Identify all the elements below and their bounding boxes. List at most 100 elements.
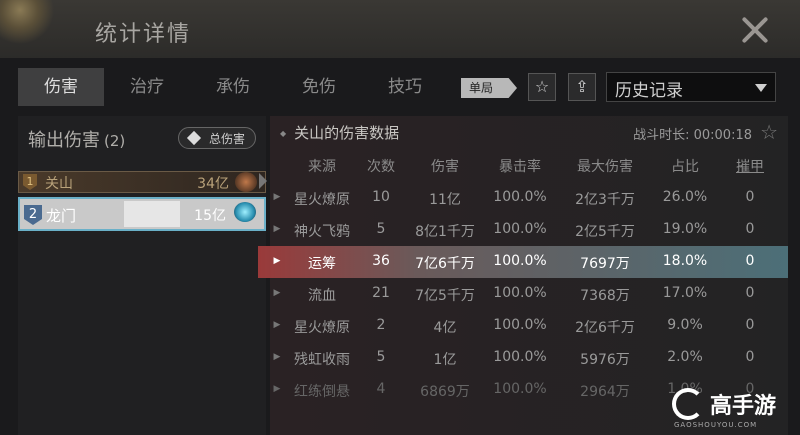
cell-count: 36 — [372, 253, 390, 269]
history-label: 历史记录 — [615, 81, 683, 101]
cell-damage: 8亿1千万 — [415, 224, 475, 240]
cell-armor: 0 — [745, 253, 755, 269]
cell-max: 2亿6千万 — [575, 320, 635, 336]
selection-arrow-icon — [259, 173, 267, 189]
cell-count: 5 — [376, 349, 386, 365]
tab-damage-taken[interactable]: 承伤 — [190, 68, 276, 106]
col-damage: 伤害 — [431, 159, 459, 175]
cell-crit: 100.0% — [493, 349, 547, 365]
watermark-domain: GAOSHOUYOU.COM — [674, 421, 758, 429]
cell-crit: 100.0% — [493, 189, 547, 205]
cell-source: 星火燎原 — [294, 320, 350, 336]
window-title: 统计详情 — [95, 22, 192, 47]
cell-armor: 0 — [745, 317, 755, 333]
cell-share: 17.0% — [662, 285, 708, 301]
panel-title: 输出伤害 (2) — [28, 126, 125, 152]
cell-max: 2亿3千万 — [575, 192, 635, 208]
cell-count: 4 — [376, 381, 386, 397]
watermark: 高手游 GAOSHOUYOU.COM — [672, 386, 790, 430]
player-row[interactable]: 1 关山 34亿 — [18, 171, 266, 193]
col-armor-break: 摧甲 — [736, 159, 764, 175]
sect-icon — [235, 172, 257, 192]
player-row-selected[interactable]: 2 龙门 15亿 — [18, 197, 266, 231]
player-list-panel: 输出伤害 (2) 总伤害 1 关山 34亿 2 龙门 15亿 — [18, 116, 266, 435]
cell-damage: 1亿 — [433, 352, 457, 368]
cell-max: 7368万 — [580, 288, 630, 304]
col-crit: 暴击率 — [499, 159, 541, 175]
cell-crit: 100.0% — [493, 221, 547, 237]
col-count: 次数 — [367, 159, 395, 175]
detail-title: 关山的伤害数据 — [280, 122, 399, 143]
cell-crit: 100.0% — [493, 317, 547, 333]
tab-bar: 伤害 治疗 承伤 免伤 技巧 单局 ☆ ⇪ 历史记录 — [18, 68, 778, 106]
star-icon[interactable]: ☆ — [528, 73, 556, 101]
cell-share: 19.0% — [662, 221, 708, 237]
cell-count: 2 — [376, 317, 386, 333]
panel-title-text: 输出伤害 — [28, 130, 100, 151]
history-dropdown[interactable]: 历史记录 — [606, 72, 776, 102]
total-damage-button[interactable]: 总伤害 — [178, 127, 256, 149]
cell-damage: 7亿6千万 — [415, 256, 475, 272]
cell-armor: 0 — [745, 349, 755, 365]
cell-share: 2.0% — [667, 349, 703, 365]
share-icon[interactable]: ⇪ — [568, 73, 596, 101]
cell-share: 18.0% — [662, 253, 708, 269]
close-icon[interactable] — [732, 10, 778, 50]
table-row[interactable]: ▶ 流血 21 7亿5千万 100.0% 7368万 17.0% 0 — [270, 278, 788, 310]
cell-source: 星火燎原 — [294, 192, 350, 208]
rank-badge: 1 — [23, 174, 37, 190]
cell-source: 神火飞鸦 — [294, 224, 350, 240]
cell-damage: 7亿5千万 — [415, 288, 475, 304]
cell-damage: 4亿 — [433, 320, 457, 336]
tab-damage[interactable]: 伤害 — [18, 68, 104, 106]
table-row-highlighted[interactable]: ▶ 运筹 36 7亿6千万 100.0% 7697万 18.0% 0 — [258, 246, 788, 278]
cell-damage: 6869万 — [420, 384, 470, 400]
player-name: 关山 — [45, 176, 73, 192]
cell-crit: 100.0% — [493, 253, 547, 269]
sect-icon — [234, 202, 256, 222]
title-bar: 统计详情 — [0, 0, 800, 58]
cell-crit: 100.0% — [493, 285, 547, 301]
watermark-logo-icon — [672, 388, 704, 420]
player-name: 龙门 — [46, 207, 77, 225]
cell-source: 运筹 — [308, 256, 336, 272]
cell-max: 2亿5千万 — [575, 224, 635, 240]
tab-damage-mitigated[interactable]: 免伤 — [276, 68, 362, 106]
tab-skills[interactable]: 技巧 — [362, 68, 448, 106]
cell-count: 5 — [376, 221, 386, 237]
col-max-damage: 最大伤害 — [577, 159, 633, 175]
table-row[interactable]: ▶ 星火燎原 2 4亿 100.0% 2亿6千万 9.0% 0 — [270, 310, 788, 342]
table-row[interactable]: ▶ 神火飞鸦 5 8亿1千万 100.0% 2亿5千万 19.0% 0 — [270, 214, 788, 246]
cell-count: 21 — [372, 285, 390, 301]
player-count: (2) — [104, 132, 126, 150]
moon-emblem-icon — [0, 0, 70, 58]
cell-armor: 0 — [745, 221, 755, 237]
player-damage: 15亿 — [194, 208, 226, 224]
battle-time: 战斗时长: 00:00:18 — [633, 128, 752, 143]
col-share: 占比 — [671, 159, 699, 175]
watermark-text: 高手游 — [710, 394, 777, 419]
cell-source: 残虹收雨 — [294, 352, 350, 368]
cell-max: 7697万 — [580, 256, 630, 272]
star-icon[interactable]: ☆ — [760, 120, 778, 144]
redacted-name-block — [124, 201, 180, 227]
cell-source: 红练倒悬 — [294, 384, 350, 400]
cell-max: 2964万 — [580, 384, 630, 400]
cell-armor: 0 — [745, 285, 755, 301]
cell-share: 9.0% — [667, 317, 703, 333]
table-header: 来源 次数 伤害 暴击率 最大伤害 占比 摧甲 — [270, 154, 788, 178]
cell-source: 流血 — [308, 288, 336, 304]
table-row[interactable]: ▶ 星火燎原 10 11亿 100.0% 2亿3千万 26.0% 0 — [270, 182, 788, 214]
tab-healing[interactable]: 治疗 — [104, 68, 190, 106]
cell-armor: 0 — [745, 189, 755, 205]
table-row[interactable]: ▶ 残虹收雨 5 1亿 100.0% 5976万 2.0% 0 — [270, 342, 788, 374]
cell-share: 26.0% — [662, 189, 708, 205]
cell-crit: 100.0% — [493, 381, 547, 397]
cell-max: 5976万 — [580, 352, 630, 368]
single-match-toggle[interactable]: 单局 — [461, 78, 517, 98]
chevron-down-icon — [755, 84, 767, 92]
player-damage: 34亿 — [197, 176, 229, 192]
rank-badge: 2 — [24, 205, 42, 225]
cell-count: 10 — [372, 189, 390, 205]
col-source: 来源 — [308, 159, 336, 175]
